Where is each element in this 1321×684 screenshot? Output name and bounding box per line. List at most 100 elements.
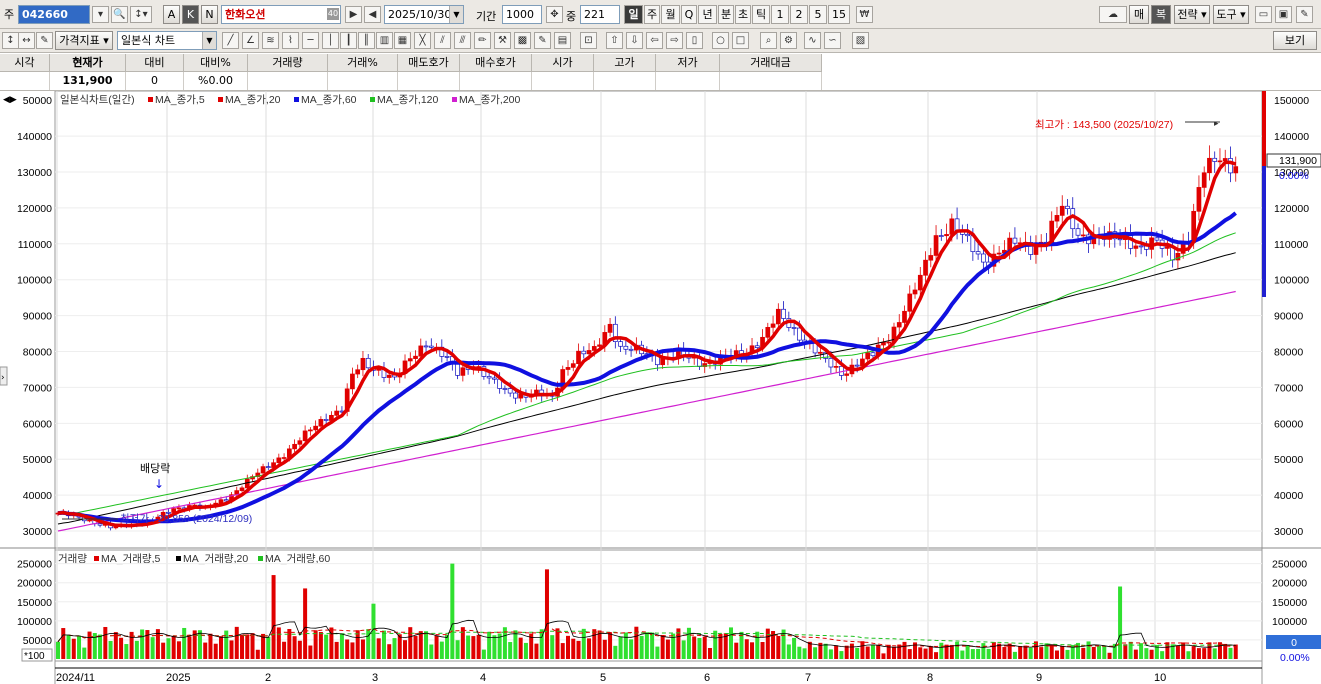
period-button-7[interactable]: 틱 (752, 5, 770, 24)
down-arrow-icon[interactable]: ⇩ (626, 32, 643, 49)
line-icon[interactable]: ╱ (222, 32, 239, 49)
n-button[interactable]: N (201, 5, 218, 24)
candle-body (423, 345, 429, 348)
legend-label: MA_종가,60 (301, 94, 357, 106)
right-scroll-red (1262, 91, 1266, 166)
volume-bar (1112, 643, 1117, 659)
square-icon[interactable]: □ (732, 32, 749, 49)
up-arrow-icon[interactable]: ⇧ (606, 32, 623, 49)
cross-icon[interactable]: ╳ (414, 32, 431, 49)
sort-icon[interactable]: ↕▾ (130, 6, 152, 23)
period-button-2[interactable]: 월 (661, 5, 680, 24)
legend-label: MA_종가,120 (377, 94, 439, 106)
volume-bar (71, 638, 76, 659)
prev-arrow-icon[interactable]: ◀ (364, 6, 381, 23)
k-button[interactable]: K (182, 5, 199, 24)
double-vline-icon[interactable]: ┃ (340, 32, 357, 49)
period-button-1[interactable]: 주 (644, 5, 660, 24)
chart-type-select[interactable]: 일본식 차트 ▼ (117, 31, 217, 50)
select-box-icon[interactable]: ⊡ (580, 32, 597, 49)
volume-bar (445, 634, 450, 659)
candlestick-chart[interactable]: 1500005000014000014000013000013000012000… (0, 91, 1321, 684)
edit-icon[interactable]: ✎ (36, 32, 53, 49)
period-button-3[interactable]: Q (681, 5, 697, 24)
copy-button[interactable]: 복 (1151, 5, 1171, 24)
price-pane (54, 91, 1263, 552)
vline-icon[interactable]: │ (322, 32, 339, 49)
period-button-5[interactable]: 분 (718, 5, 734, 24)
grid-v-icon[interactable]: ▦ (394, 32, 411, 49)
search-icon[interactable]: 🔍 (111, 6, 128, 23)
a-button[interactable]: A (163, 5, 180, 24)
wave2-icon[interactable]: ∽ (824, 32, 841, 49)
pattern-icon[interactable]: ▧ (852, 32, 869, 49)
value-high (594, 72, 656, 90)
fill-icon[interactable]: ▩ (514, 32, 531, 49)
grid-icon[interactable]: ₩ (856, 6, 873, 23)
view-button[interactable]: 보기 (1273, 31, 1317, 50)
volume-bar (839, 651, 844, 659)
volume-bar (613, 645, 618, 659)
circle-icon[interactable]: ○ (712, 32, 729, 49)
legend-swatch (294, 97, 299, 102)
left-arrow-icon[interactable]: ⇦ (646, 32, 663, 49)
bookmark-icon[interactable]: ▯ (686, 32, 703, 49)
grid-h-icon[interactable]: ▥ (376, 32, 393, 49)
volume-bar (1123, 644, 1128, 659)
parallel-icon[interactable]: ⫽ (434, 32, 451, 49)
candle-body (1207, 157, 1212, 174)
vertical-arrows-icon[interactable]: ↕ (2, 32, 19, 49)
volume-bar (602, 639, 607, 659)
volume-bar (1028, 647, 1033, 659)
volume-bar (544, 569, 549, 659)
indicator-button[interactable]: 가격지표 ▾ (55, 31, 113, 50)
interval-input[interactable]: 221 (580, 5, 620, 24)
price-tick-right: 60000 (1274, 418, 1303, 430)
next-arrow-icon[interactable]: ▶ (345, 6, 362, 23)
volume-bar (1186, 651, 1191, 659)
fib-fan-icon[interactable]: ≋ (262, 32, 279, 49)
right-arrow-icon[interactable]: ⇨ (666, 32, 683, 49)
hline-icon[interactable]: ─ (302, 32, 319, 49)
channel-icon[interactable]: ⫻ (454, 32, 471, 49)
period-button-9[interactable]: 2 (790, 5, 808, 24)
period-button-11[interactable]: 15 (828, 5, 850, 24)
settings-icon[interactable]: ⚙ (780, 32, 797, 49)
folder-icon[interactable]: ▭ (1255, 6, 1272, 23)
wave-icon[interactable]: ⌇ (282, 32, 299, 49)
value-low (656, 72, 720, 90)
stock-name-field[interactable]: 한화오션 (221, 5, 341, 24)
candle-body (218, 499, 224, 504)
period-button-10[interactable]: 5 (809, 5, 827, 24)
stock-code-input[interactable]: 042660 (18, 5, 90, 24)
period-button-6[interactable]: 초 (735, 5, 751, 24)
period-button-4[interactable]: 년 (698, 5, 717, 24)
sine-icon[interactable]: ∿ (804, 32, 821, 49)
period-input[interactable]: 1000 (502, 5, 542, 24)
period-button-0[interactable]: 일 (624, 5, 643, 24)
x-axis-label: 5 (600, 672, 606, 684)
angle-icon[interactable]: ∠ (242, 32, 259, 49)
cloud-icon[interactable]: ☁ (1099, 6, 1127, 23)
date-select[interactable]: 2025/10/30 ▼ (384, 5, 464, 24)
text-box-icon[interactable]: ▤ (554, 32, 571, 49)
pencil-icon[interactable]: ✏ (474, 32, 491, 49)
wrench-icon[interactable]: ✎ (1296, 6, 1313, 23)
candle-body (418, 345, 424, 357)
legend-swatch (218, 97, 223, 102)
strategy-button[interactable]: 전략 ▾ (1174, 5, 1210, 24)
candle-body (360, 357, 366, 371)
dropdown-arrow-icon[interactable]: ▾ (92, 6, 109, 23)
buy-button[interactable]: 매 (1129, 5, 1149, 24)
volume-bar (865, 646, 870, 659)
hammer-icon[interactable]: ⚒ (494, 32, 511, 49)
annotate-icon[interactable]: ✎ (534, 32, 551, 49)
triple-vline-icon[interactable]: ║ (358, 32, 375, 49)
magnify-icon[interactable]: ⌕ (760, 32, 777, 49)
tools-button[interactable]: 도구 ▾ (1213, 5, 1249, 24)
save-icon[interactable]: ▣ (1275, 6, 1292, 23)
price-tick-right: 110000 (1274, 239, 1308, 251)
horizontal-arrows-icon[interactable]: ↔ (18, 32, 35, 49)
crosshair-icon[interactable]: ✥ (546, 6, 563, 23)
period-button-8[interactable]: 1 (771, 5, 789, 24)
